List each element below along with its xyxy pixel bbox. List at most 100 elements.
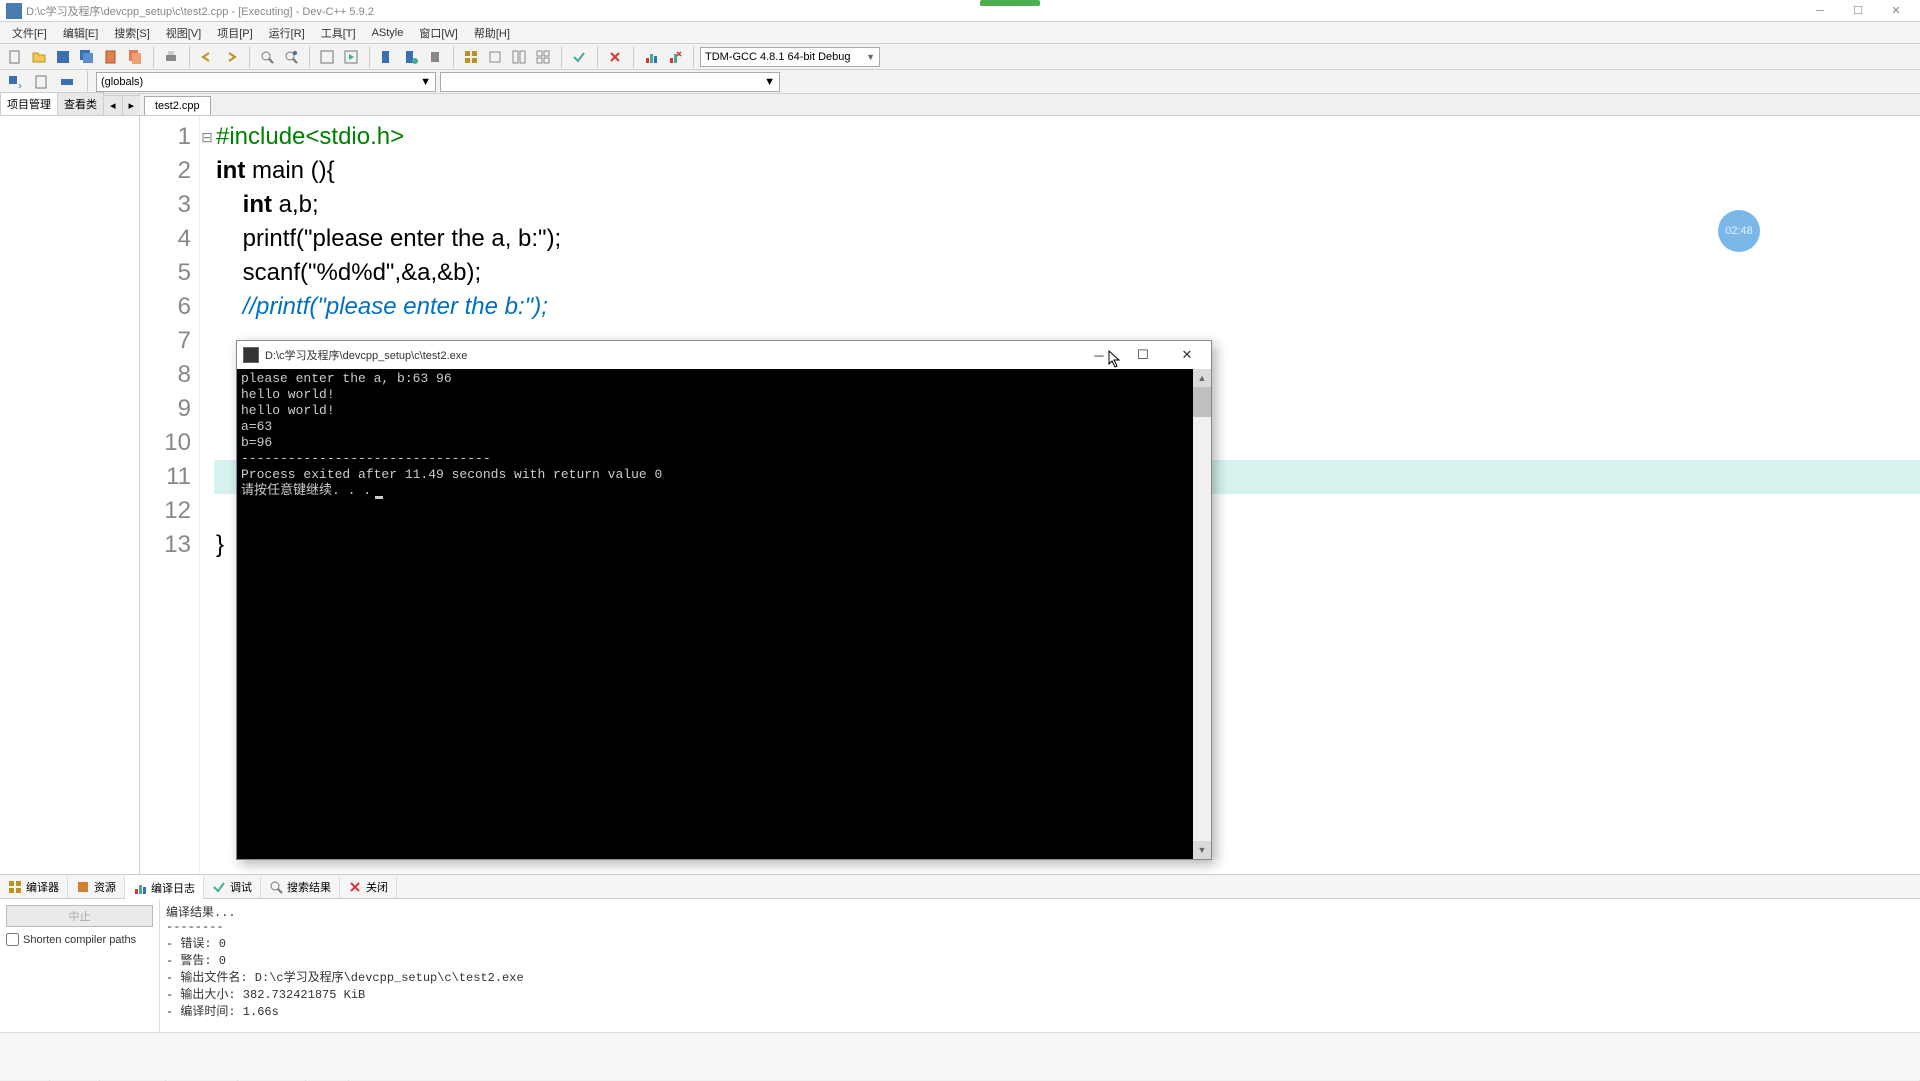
console-window: D:\c学习及程序\devcpp_setup\c\test2.exe ─ ☐ ✕… xyxy=(236,340,1212,860)
left-panel-tabs: 项目管理查看类◂▸ xyxy=(0,94,139,116)
compile-run-grid2[interactable] xyxy=(484,46,506,68)
window-title: D:\c学习及程序\devcpp_setup\c\test2.cpp - [Ex… xyxy=(26,3,1802,19)
menu-item[interactable]: 文件[F] xyxy=(4,23,55,43)
console-maximize-button[interactable]: ☐ xyxy=(1121,343,1165,367)
compile-button[interactable] xyxy=(316,46,338,68)
main-toolbar: TDM-GCC 4.8.1 64-bit Debug ▼ xyxy=(0,44,1920,70)
scope-select[interactable]: (globals) ▼ xyxy=(96,72,436,92)
left-tab[interactable]: ◂ xyxy=(103,95,123,115)
scroll-down-button[interactable]: ▼ xyxy=(1193,841,1211,859)
delete-profile-button[interactable] xyxy=(664,46,686,68)
undo-button[interactable] xyxy=(196,46,218,68)
bottom-tab[interactable]: 编译器 xyxy=(0,876,68,898)
menu-item[interactable]: AStyle xyxy=(364,25,412,41)
recording-progress-indicator xyxy=(980,0,1040,6)
chart-icon xyxy=(133,881,147,895)
grid-icon xyxy=(8,880,22,894)
left-panel: 项目管理查看类◂▸ xyxy=(0,94,140,874)
new-file-button[interactable] xyxy=(4,46,26,68)
windows-taskbar[interactable] xyxy=(0,1032,1920,1080)
console-scrollbar[interactable]: ▲ ▼ xyxy=(1193,369,1211,859)
chevron-down-icon: ▼ xyxy=(866,52,875,62)
toggle-button[interactable] xyxy=(56,71,78,93)
save-button[interactable] xyxy=(52,46,74,68)
compile-run-grid4[interactable] xyxy=(532,46,554,68)
search-icon xyxy=(269,880,283,894)
close-all-button[interactable] xyxy=(124,46,146,68)
left-tab[interactable]: ▸ xyxy=(122,95,142,115)
compiler-select-value: TDM-GCC 4.8.1 64-bit Debug xyxy=(705,51,851,63)
member-select[interactable]: ▼ xyxy=(440,72,780,92)
console-title: D:\c学习及程序\devcpp_setup\c\test2.exe xyxy=(265,347,1077,363)
toggle-bookmark-button[interactable] xyxy=(400,46,422,68)
line-gutter: 12345678910111213 xyxy=(140,116,200,874)
fold-column[interactable]: ⊟ xyxy=(200,116,214,874)
run-button[interactable] xyxy=(340,46,362,68)
syntax-check-button[interactable] xyxy=(568,46,590,68)
compile-log-output[interactable]: 编译结果... -------- - 错误: 0 - 警告: 0 - 输出文件名… xyxy=(160,899,1920,1041)
shorten-paths-checkbox[interactable]: Shorten compiler paths xyxy=(6,933,153,946)
menu-item[interactable]: 工具[T] xyxy=(313,23,364,43)
compile-run-grid1[interactable] xyxy=(460,46,482,68)
bottom-tabs: 编译器资源编译日志调试搜索结果关闭 xyxy=(0,875,1920,899)
chevron-down-icon: ▼ xyxy=(764,76,775,88)
profile-button[interactable] xyxy=(640,46,662,68)
new-class-button[interactable] xyxy=(4,71,26,93)
close-file-button[interactable] xyxy=(100,46,122,68)
left-tab[interactable]: 项目管理 xyxy=(0,92,58,115)
replace-button[interactable] xyxy=(280,46,302,68)
chevron-down-icon: ▼ xyxy=(420,76,431,88)
print-button[interactable] xyxy=(160,46,182,68)
scope-select-value: (globals) xyxy=(101,76,143,88)
res-icon xyxy=(76,880,90,894)
editor-tabs: test2.cpp xyxy=(140,94,1920,116)
redo-button[interactable] xyxy=(220,46,242,68)
console-icon xyxy=(243,347,259,363)
bottom-tab[interactable]: 调试 xyxy=(204,876,261,898)
goto-bookmark-button[interactable] xyxy=(376,46,398,68)
menu-item[interactable]: 搜索[S] xyxy=(106,23,157,43)
menu-item[interactable]: 帮助[H] xyxy=(466,23,518,43)
menu-item[interactable]: 窗口[W] xyxy=(411,23,466,43)
project-tree[interactable] xyxy=(0,116,139,874)
minimize-button[interactable]: ─ xyxy=(1802,2,1838,20)
bottom-tab[interactable]: 搜索结果 xyxy=(261,876,340,898)
app-icon xyxy=(6,3,22,19)
menu-item[interactable]: 运行[R] xyxy=(261,23,313,43)
console-close-button[interactable]: ✕ xyxy=(1165,343,1209,367)
bottom-tab[interactable]: 关闭 xyxy=(340,876,397,898)
menu-item[interactable]: 编辑[E] xyxy=(55,23,106,43)
compile-controls: 中止 Shorten compiler paths xyxy=(0,899,160,1041)
menu-item[interactable]: 视图[V] xyxy=(158,23,209,43)
console-output[interactable]: please enter the a, b:63 96 hello world!… xyxy=(237,369,1211,859)
insert-button[interactable] xyxy=(30,71,52,93)
check-icon xyxy=(212,880,226,894)
left-tab[interactable]: 查看类 xyxy=(57,92,104,115)
abort-button[interactable]: 中止 xyxy=(6,905,153,927)
menu-bar: 文件[F]编辑[E]搜索[S]视图[V]项目[P]运行[R]工具[T]AStyl… xyxy=(0,22,1920,44)
close-icon xyxy=(348,880,362,894)
bottom-tab[interactable]: 资源 xyxy=(68,876,125,898)
compile-log-panel: 中止 Shorten compiler paths 编译结果... ------… xyxy=(0,899,1920,1041)
save-all-button[interactable] xyxy=(76,46,98,68)
timer-badge: 02:48 xyxy=(1718,210,1760,252)
bottom-tab[interactable]: 编译日志 xyxy=(125,875,204,899)
abort-compile-button[interactable] xyxy=(604,46,626,68)
tab-test2[interactable]: test2.cpp xyxy=(144,96,211,115)
console-minimize-button[interactable]: ─ xyxy=(1077,343,1121,367)
open-file-button[interactable] xyxy=(28,46,50,68)
maximize-button[interactable]: ☐ xyxy=(1840,2,1876,20)
secondary-toolbar: (globals) ▼ ▼ xyxy=(0,70,1920,94)
window-titlebar: D:\c学习及程序\devcpp_setup\c\test2.cpp - [Ex… xyxy=(0,0,1920,22)
scroll-up-button[interactable]: ▲ xyxy=(1193,369,1211,387)
find-button[interactable] xyxy=(256,46,278,68)
menu-item[interactable]: 项目[P] xyxy=(209,23,260,43)
debug-button[interactable] xyxy=(424,46,446,68)
compile-run-grid3[interactable] xyxy=(508,46,530,68)
close-button[interactable]: ✕ xyxy=(1878,2,1914,20)
compiler-select[interactable]: TDM-GCC 4.8.1 64-bit Debug ▼ xyxy=(700,47,880,67)
shorten-paths-label: Shorten compiler paths xyxy=(23,934,136,946)
console-titlebar[interactable]: D:\c学习及程序\devcpp_setup\c\test2.exe ─ ☐ ✕ xyxy=(237,341,1211,369)
shorten-paths-input[interactable] xyxy=(6,933,19,946)
scroll-thumb[interactable] xyxy=(1193,387,1211,417)
